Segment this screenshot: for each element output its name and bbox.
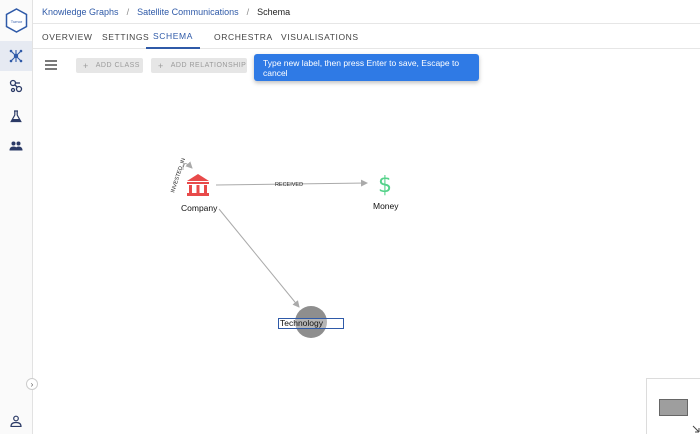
dollar-icon[interactable]: $ [378,173,392,198]
edge-company-technology[interactable] [218,208,300,308]
edge-label-received: RECEIVED [275,182,303,188]
node-label-edit-input[interactable]: Technology [278,318,344,329]
bank-icon[interactable] [187,174,209,196]
edge-label-invested-in: INVESTED_IN [170,157,187,193]
minimap[interactable] [646,378,700,434]
minimap-viewport[interactable] [659,399,688,416]
company-node-label[interactable]: Company [181,203,217,213]
money-node-label[interactable]: Money [373,201,399,211]
schema-graph-canvas[interactable]: INVESTED_IN RECEIVED $ [0,0,700,434]
minimap-resize-icon[interactable] [692,425,700,434]
